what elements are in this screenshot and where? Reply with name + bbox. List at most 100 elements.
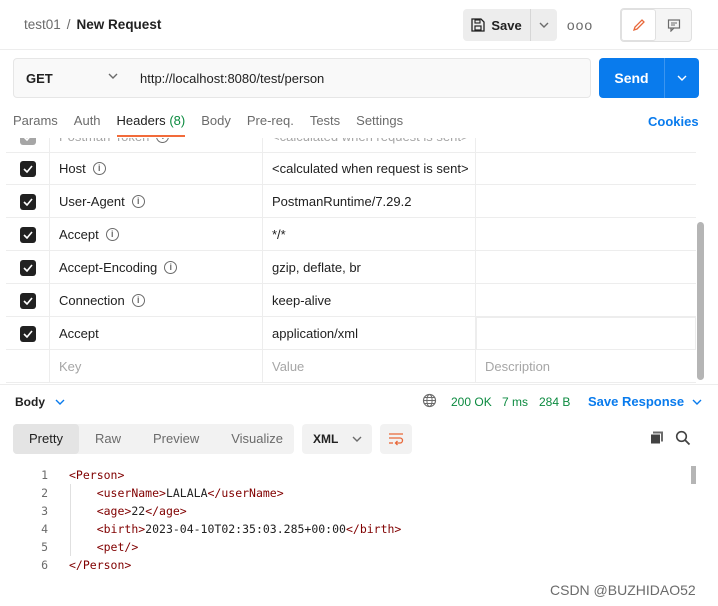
row-checkbox-cell xyxy=(6,185,50,218)
send-button[interactable]: Send xyxy=(599,58,665,98)
copy-icon[interactable] xyxy=(649,430,665,446)
header-key[interactable]: Connection i xyxy=(50,284,263,317)
method-value: GET xyxy=(26,70,53,86)
info-icon[interactable]: i xyxy=(131,294,145,307)
response-section-select[interactable]: Body xyxy=(15,395,65,409)
response-size[interactable]: 284 B xyxy=(539,395,570,409)
code-line: 3 <age>22</age> xyxy=(0,502,187,520)
header-value[interactable]: PostmanRuntime/7.29.2 xyxy=(263,185,476,218)
new-header-value-input[interactable]: Value xyxy=(263,350,476,383)
table-row: Accept application/xml xyxy=(6,317,696,350)
info-icon[interactable]: i xyxy=(105,228,119,241)
checkmark-icon xyxy=(22,230,33,239)
chevron-down-icon xyxy=(692,399,702,405)
method-select[interactable]: GET xyxy=(13,58,129,98)
checkmark-icon xyxy=(22,263,33,272)
view-visualize[interactable]: Visualize xyxy=(215,424,299,454)
wrap-lines-icon xyxy=(389,433,404,446)
table-row: Postman-Token i <calculated when request … xyxy=(6,138,696,153)
format-value: XML xyxy=(313,432,339,446)
info-icon[interactable]: i xyxy=(131,195,145,208)
globe-icon[interactable] xyxy=(422,393,437,408)
wrap-lines-button[interactable] xyxy=(380,424,412,454)
documentation-mode-button[interactable] xyxy=(656,9,691,41)
chevron-down-icon xyxy=(55,399,65,405)
info-icon[interactable]: i xyxy=(164,261,178,274)
more-actions-button[interactable]: ooo xyxy=(566,14,594,36)
code-line: 4 <birth>2023-04-10T02:35:03.285+00:00</… xyxy=(0,520,401,538)
header-enabled-checkbox[interactable] xyxy=(19,226,36,243)
header-description[interactable] xyxy=(476,152,696,185)
tab-headers-label: Headers xyxy=(116,113,166,128)
header-enabled-checkbox[interactable] xyxy=(19,325,36,342)
response-time[interactable]: 7 ms xyxy=(502,395,528,409)
search-icon[interactable] xyxy=(675,430,691,446)
save-response-button[interactable]: Save Response xyxy=(588,394,702,409)
header-key[interactable]: Postman-Token i xyxy=(50,138,263,153)
format-select[interactable]: XML xyxy=(302,424,372,454)
new-header-description-input[interactable]: Description xyxy=(476,350,696,383)
breadcrumb-collection[interactable]: test01 xyxy=(24,17,61,32)
save-button[interactable]: Save xyxy=(463,9,531,41)
header-enabled-checkbox[interactable] xyxy=(19,138,36,145)
checkmark-icon xyxy=(22,164,33,173)
tab-tests[interactable]: Tests xyxy=(310,108,340,134)
checkmark-icon xyxy=(22,329,33,338)
request-tabs: Params Auth Headers (8) Body Pre-req. Te… xyxy=(13,108,419,138)
save-icon xyxy=(471,18,485,32)
table-row: Connection i keep-alive xyxy=(6,284,696,317)
new-header-key-input[interactable]: Key xyxy=(50,350,263,383)
header-description[interactable] xyxy=(476,251,696,284)
line-number: 2 xyxy=(41,486,48,500)
header-description[interactable] xyxy=(476,185,696,218)
send-options-button[interactable] xyxy=(665,58,699,98)
header-value[interactable]: <calculated when request is sent> xyxy=(263,138,476,153)
request-title[interactable]: New Request xyxy=(77,17,162,32)
header-description[interactable] xyxy=(476,317,696,350)
cookies-link[interactable]: Cookies xyxy=(648,114,699,129)
header-value[interactable]: gzip, deflate, br xyxy=(263,251,476,284)
header-key-text: Connection xyxy=(59,293,125,308)
header-description[interactable] xyxy=(476,138,696,153)
view-raw[interactable]: Raw xyxy=(79,424,137,454)
save-label: Save xyxy=(491,17,522,33)
header-value[interactable]: application/xml xyxy=(263,317,476,350)
breadcrumb: test01 / New Request xyxy=(24,17,161,32)
header-key[interactable]: Accept xyxy=(50,317,263,350)
status-badge[interactable]: 200 OK xyxy=(451,395,492,409)
header-enabled-checkbox[interactable] xyxy=(19,292,36,309)
tab-headers[interactable]: Headers (8) xyxy=(116,108,185,137)
save-options-button[interactable] xyxy=(531,9,557,41)
header-key[interactable]: User-Agent i xyxy=(50,185,263,218)
tab-settings[interactable]: Settings xyxy=(356,108,403,134)
tab-body[interactable]: Body xyxy=(201,108,231,134)
header-enabled-checkbox[interactable] xyxy=(19,259,36,276)
info-icon[interactable]: i xyxy=(92,162,106,175)
header-description[interactable] xyxy=(476,284,696,317)
view-preview[interactable]: Preview xyxy=(137,424,215,454)
header-key[interactable]: Accept-Encoding i xyxy=(50,251,263,284)
tab-pre-request-script[interactable]: Pre-req. xyxy=(247,108,294,134)
header-key[interactable]: Host i xyxy=(50,152,263,185)
row-checkbox-cell xyxy=(6,138,50,153)
headers-scrollbar-thumb[interactable] xyxy=(697,222,704,380)
view-pretty[interactable]: Pretty xyxy=(13,424,79,454)
header-value[interactable]: <calculated when request is sent> xyxy=(263,152,476,185)
chevron-down-icon xyxy=(677,75,687,81)
tab-params[interactable]: Params xyxy=(13,108,58,134)
header-key[interactable]: Accept i xyxy=(50,218,263,251)
tab-auth[interactable]: Auth xyxy=(74,108,101,134)
header-enabled-checkbox[interactable] xyxy=(19,160,36,177)
line-number: 6 xyxy=(41,558,48,572)
header-value[interactable]: */* xyxy=(263,218,476,251)
edit-mode-button[interactable] xyxy=(621,9,656,41)
code-scrollbar-thumb[interactable] xyxy=(691,466,696,484)
watermark: CSDN @BUZHIDAO52 xyxy=(550,582,696,598)
url-input[interactable]: http://localhost:8080/test/person xyxy=(128,58,591,98)
header-description[interactable] xyxy=(476,218,696,251)
info-icon[interactable]: i xyxy=(156,138,170,143)
header-value[interactable]: keep-alive xyxy=(263,284,476,317)
header-enabled-checkbox[interactable] xyxy=(19,193,36,210)
line-number: 1 xyxy=(41,468,48,482)
response-bar: Body 200 OK 7 ms 284 B Save Response xyxy=(0,384,718,416)
